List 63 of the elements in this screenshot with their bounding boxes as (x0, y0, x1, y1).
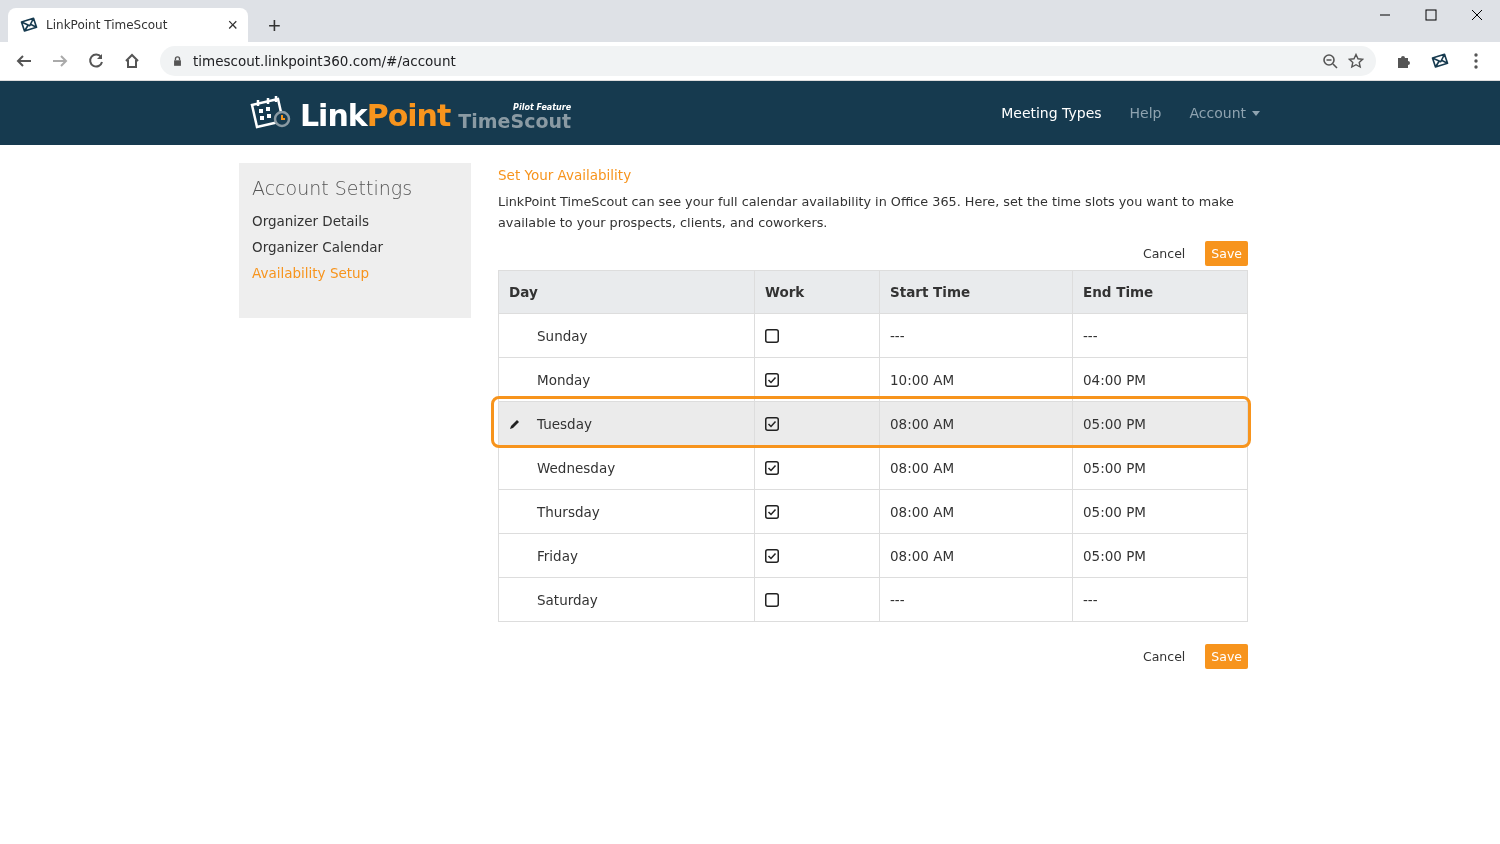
section-title: Set Your Availability (498, 167, 633, 183)
end-time: 05:00 PM (1072, 445, 1248, 490)
new-tab-button[interactable]: + (262, 14, 287, 38)
checkbox[interactable] (765, 504, 779, 519)
day-name: Thursday (537, 503, 600, 520)
column-header: Day (498, 270, 755, 314)
day-name: Monday (537, 371, 591, 388)
day-row[interactable]: Thursday 08:00 AM 05:00 PM (498, 489, 1248, 534)
checkbox[interactable] (765, 416, 779, 431)
day-row[interactable]: Friday 08:00 AM 05:00 PM (498, 533, 1248, 578)
end-time: 05:00 PM (1072, 401, 1248, 446)
description-text: LinkPoint TimeScout can see your full calendar availability in Office 365. Here, set the time slots you want to make available to your prospects, clients, and coworkers. (498, 193, 1235, 232)
end-time: 05:00 PM (1072, 489, 1248, 534)
checkbox[interactable] (765, 548, 779, 563)
checkbox[interactable] (765, 592, 779, 607)
checkbox[interactable] (765, 372, 779, 387)
end-time: --- (1072, 313, 1248, 358)
start-time: 08:00 AM (879, 489, 1073, 534)
start-time: 08:00 AM (879, 401, 1073, 446)
nav-link[interactable]: Account (1189, 105, 1260, 121)
day-name: Friday (537, 547, 578, 564)
start-time: --- (879, 577, 1073, 622)
nav-link[interactable]: Help (1129, 105, 1162, 121)
star-icon[interactable] (1348, 53, 1364, 69)
day-row[interactable]: Sunday --- --- (498, 313, 1248, 358)
day-name: Wednesday (537, 459, 616, 476)
sidebar-item[interactable]: Organizer Details (252, 213, 458, 229)
start-time: 08:00 AM (879, 445, 1073, 490)
cancel-button[interactable]: Cancel (1136, 245, 1192, 262)
zoom-out-icon[interactable] (1322, 53, 1338, 69)
tab-title[interactable]: LinkPoint TimeScout (46, 18, 220, 32)
day-row[interactable]: Wednesday 08:00 AM 05:00 PM (498, 445, 1248, 490)
start-time: 08:00 AM (879, 533, 1073, 578)
envelope-icon (20, 17, 38, 33)
sidebar-title: Account Settings (252, 177, 414, 199)
column-header: Start Time (879, 270, 1073, 314)
day-name: Sunday (537, 327, 588, 344)
lock-icon[interactable] (172, 53, 183, 69)
close-tab-button[interactable]: × (227, 16, 238, 34)
checkbox[interactable] (765, 460, 779, 475)
reload-icon[interactable] (87, 52, 105, 70)
checkbox[interactable] (765, 328, 779, 343)
column-header: End Time (1072, 270, 1248, 314)
product-name: TimeScout (458, 112, 572, 131)
day-row[interactable]: Tuesday 08:00 AM 05:00 PM (498, 401, 1248, 446)
nav-link[interactable]: Meeting Types (1001, 105, 1102, 121)
logo-text: LinkPoint (300, 101, 451, 131)
column-header: Work (754, 270, 880, 314)
home-icon[interactable] (123, 52, 141, 70)
calendar-clock-icon (248, 95, 292, 131)
more-icon[interactable] (1474, 52, 1478, 70)
start-time: --- (879, 313, 1073, 358)
envelope-icon (1431, 52, 1449, 70)
day-row[interactable]: Saturday --- --- (498, 577, 1248, 622)
pencil-icon (509, 417, 521, 430)
day-row[interactable]: Monday 10:00 AM 04:00 PM (498, 357, 1248, 402)
sidebar-item[interactable]: Organizer Calendar (252, 239, 458, 255)
day-name: Tuesday (537, 415, 592, 432)
end-time: --- (1072, 577, 1248, 622)
pilot-feature-label: Pilot Feature (513, 103, 572, 112)
end-time: 05:00 PM (1072, 533, 1248, 578)
day-name: Saturday (537, 591, 598, 608)
cancel-button[interactable]: Cancel (1136, 648, 1192, 665)
